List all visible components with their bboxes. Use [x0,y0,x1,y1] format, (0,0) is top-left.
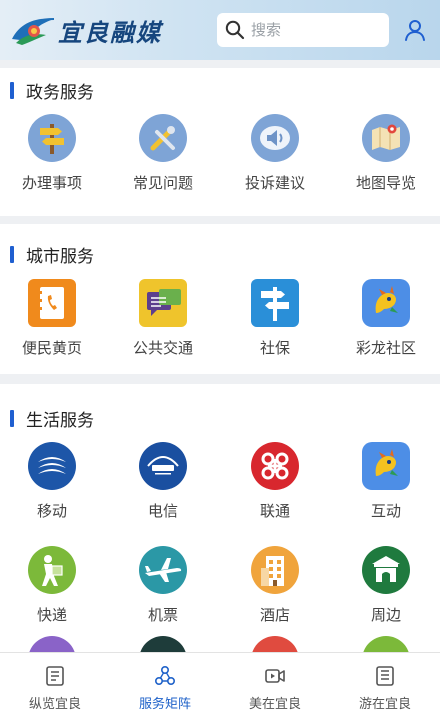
search-icon [225,20,245,40]
tile-social-security[interactable]: 社保 [230,279,320,358]
china-telecom-icon [139,442,187,490]
tile-label: 公共交通 [132,339,193,357]
chat-icon [139,279,187,327]
dragon-icon [362,279,410,327]
matrix-icon [154,665,176,686]
tile-map-guide[interactable]: 地图导览 [341,114,431,193]
tile-courier[interactable]: 快递 [7,546,97,625]
courier-icon [28,546,76,594]
china-mobile-icon [28,442,76,490]
section-title-text: 城市服务 [26,246,94,267]
map-icon [362,114,410,162]
megaphone-icon [251,114,299,162]
nav-overview[interactable]: 纵览宜良 [0,653,110,711]
guide-icon [376,666,394,686]
tile-faq[interactable]: 常见问题 [118,114,208,193]
tile-complaints[interactable]: 投诉建议 [230,114,320,193]
logo-emblem-icon [12,18,55,45]
search-box[interactable] [217,13,389,47]
nav-label: 美在宜良 [248,697,301,711]
tile-flight-tickets[interactable]: 机票 [118,546,208,625]
tile-label: 便民黄页 [21,339,82,357]
direction-sign-icon [251,279,299,327]
tile-china-mobile[interactable]: 移动 [7,442,97,521]
section-government: 政务服务 办理事项 常见问题 投诉建议 地图导览 [0,68,440,216]
tile-label: 投诉建议 [244,174,305,192]
tile-label: 办理事项 [21,174,82,192]
landmark-icon [362,546,410,594]
tile-label: 酒店 [259,606,290,624]
nav-label: 游在宜良 [358,697,411,711]
app-header: 宜良融媒 [0,0,440,60]
dragon-icon [362,442,410,490]
tile-handle-affairs[interactable]: 办理事项 [7,114,97,193]
news-icon [46,666,64,686]
tile-interaction[interactable]: 互动 [341,442,431,521]
tile-nearby[interactable]: 周边 [341,546,431,625]
logo-text: 宜良融媒 [58,17,162,47]
tile-hotel[interactable]: 酒店 [230,546,320,625]
bottom-navigation: 纵览宜良 服务矩阵 美在宜良 游在宜良 [0,652,440,711]
section-marker [10,81,14,99]
tile-china-telecom[interactable]: 电信 [118,442,208,521]
tile-label: 移动 [36,502,67,520]
user-button[interactable] [403,18,427,42]
tile-label: 互动 [370,502,401,520]
hotel-icon [251,546,299,594]
tile-label: 机票 [147,606,178,624]
nav-service-matrix[interactable]: 服务矩阵 [110,653,220,711]
section-life: 生活服务 移动 电信 联通 互动 快递 机票 酒店 周边 [0,384,440,654]
china-unicom-icon [251,442,299,490]
tile-china-unicom[interactable]: 联通 [230,442,320,521]
section-marker [10,409,14,427]
app-logo: 宜良融媒 [10,12,170,48]
tile-label: 常见问题 [132,174,193,192]
nav-travel[interactable]: 游在宜良 [330,653,440,711]
search-input[interactable] [251,21,371,39]
airplane-icon [139,546,187,594]
section-marker [10,245,14,263]
tile-label: 联通 [259,502,290,520]
tile-public-transport[interactable]: 公共交通 [118,279,208,358]
tile-label: 电信 [147,502,178,520]
phonebook-icon [28,279,76,327]
signpost-icon [28,114,76,162]
tile-cailong-community[interactable]: 彩龙社区 [341,279,431,358]
nav-label: 服务矩阵 [138,697,191,711]
section-title-text: 政务服务 [26,82,94,103]
video-icon [265,669,285,683]
tools-icon [139,114,187,162]
tile-label: 彩龙社区 [355,339,416,357]
app-root: 宜良融媒 政务服务 [0,0,440,711]
section-title-text: 生活服务 [26,410,94,431]
nav-label: 纵览宜良 [28,697,81,711]
tile-yellow-pages[interactable]: 便民黄页 [7,279,97,358]
section-title: 生活服务 [10,408,94,431]
section-title: 政务服务 [10,80,94,103]
nav-beauty[interactable]: 美在宜良 [220,653,330,711]
section-title: 城市服务 [10,244,94,267]
tile-label: 快递 [36,606,67,624]
tile-label: 周边 [370,606,401,624]
tile-label: 社保 [259,339,290,357]
section-city: 城市服务 便民黄页 公共交通 社保 彩龙社区 [0,224,440,374]
user-icon [405,20,425,41]
tile-label: 地图导览 [355,174,416,192]
